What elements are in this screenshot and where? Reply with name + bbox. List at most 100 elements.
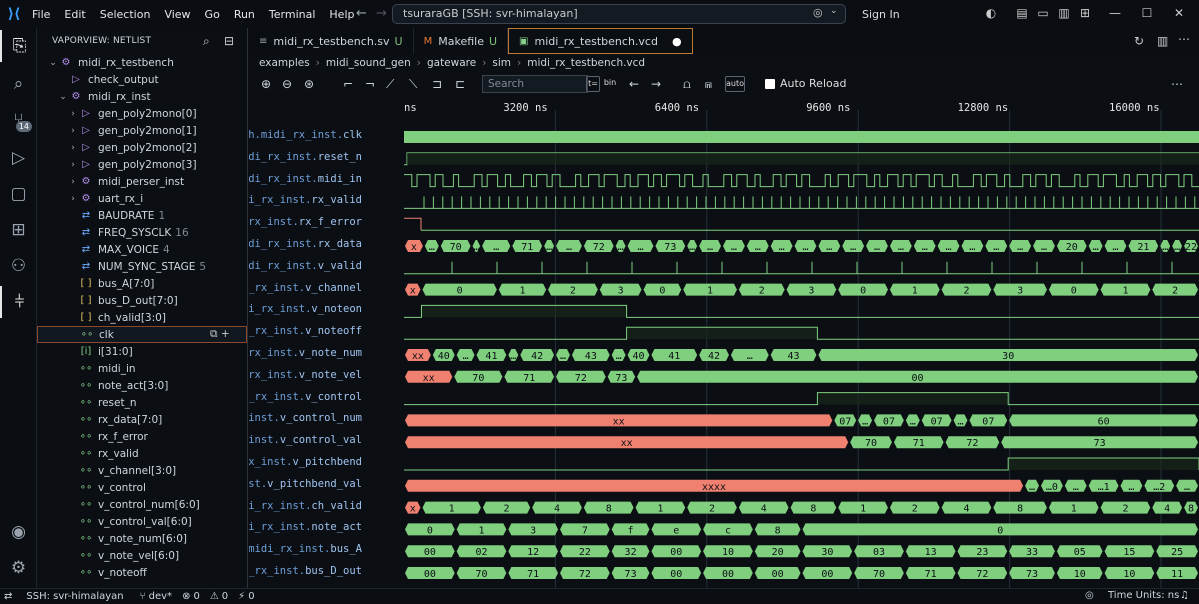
copilot-menu-chevron-icon[interactable]: ⌄ xyxy=(830,6,838,16)
python-icon[interactable]: ⚇ xyxy=(0,250,37,282)
tab-status[interactable]: U xyxy=(489,35,497,48)
prev-rising-edge-icon[interactable]: ⟋ xyxy=(386,76,394,92)
search-format-toggle[interactable]: bin xyxy=(602,76,618,92)
netlist-item[interactable]: [ ] bus_A[7:0] xyxy=(37,275,247,292)
netlist-item[interactable]: ∘∘ v_note_vel[6:0] xyxy=(37,547,247,564)
nav-back-icon[interactable]: ← xyxy=(356,6,367,21)
settings-gear-icon[interactable]: ⚙ xyxy=(0,552,37,584)
signal-name[interactable]: i_rx_inst.v_control xyxy=(249,391,362,409)
netlist-item[interactable]: [ ] ch_valid[3:0] xyxy=(37,309,247,326)
menu-item-selection[interactable]: Selection xyxy=(100,8,151,21)
search-next-icon[interactable]: → xyxy=(651,76,661,92)
netlist-item[interactable]: › ▷ gen_poly2mono[1] xyxy=(37,122,247,139)
waveform-canvas[interactable]: x… 70…… 71…… 72…… 73………………………………………… 20…… 21……… xyxy=(404,96,1199,588)
nav-forward-icon[interactable]: → xyxy=(376,6,387,21)
netlist-item[interactable]: ⌄ ⚙ midi_rx_inst xyxy=(37,88,247,105)
more-actions-icon[interactable]: ⋯ xyxy=(1178,32,1190,46)
breadcrumb-item[interactable]: midi_sound_gen xyxy=(326,57,411,69)
vaporview-icon[interactable]: ⫩ xyxy=(0,286,37,318)
signal-name[interactable]: _rx_inst.v_note_vel xyxy=(249,369,362,387)
add-to-viewer-icon[interactable]: ⧉ + xyxy=(210,328,230,341)
chevron-right-icon[interactable]: › xyxy=(67,160,79,170)
sidebar-collapse-icon[interactable]: ⊟ xyxy=(224,34,234,48)
sidebar-search-icon[interactable]: ⌕ xyxy=(203,34,210,49)
signal-name[interactable]: _rx_inst.rx_f_error xyxy=(249,216,362,234)
remote-indicator[interactable]: ⇄ SSH: svr-himalayan xyxy=(0,591,140,602)
signal-name[interactable]: rx_inst.v_pitchbend xyxy=(249,456,362,474)
time-units-label[interactable]: Time Units: ns xyxy=(1108,590,1179,601)
chevron-right-icon[interactable]: › xyxy=(67,194,79,204)
signal-name[interactable]: i_rx_inst.v_channel xyxy=(249,282,362,300)
next-edge-icon[interactable]: ¬ xyxy=(365,76,375,92)
breadcrumb-item[interactable]: sim xyxy=(492,57,511,69)
netlist-item[interactable]: ∘∘ rx_valid xyxy=(37,445,247,462)
signal-name[interactable]: ch.midi_rx_inst.clk xyxy=(249,129,362,147)
chevron-right-icon[interactable]: › xyxy=(67,143,79,153)
netlist-item[interactable]: ⇄ FREQ_SYSCLK 16 xyxy=(37,224,247,241)
split-editor-icon[interactable]: ▥ xyxy=(1157,34,1168,48)
netlist-item[interactable]: ∘∘ v_control_num[6:0] xyxy=(37,496,247,513)
signal-name[interactable]: idi_rx_inst.reset_n xyxy=(249,151,362,169)
signal-name[interactable]: _inst.v_control_val xyxy=(249,434,362,452)
tab-makefile[interactable]: M Makefile U xyxy=(414,28,509,54)
netlist-item[interactable]: ⌄ ⚙ midi_rx_testbench xyxy=(37,54,247,71)
account-icon[interactable]: ◉ xyxy=(0,516,37,548)
extensions-icon[interactable]: ⊞ xyxy=(0,214,37,246)
menu-item-edit[interactable]: Edit xyxy=(64,8,85,21)
scroll-mode-icon[interactable]: ⩎ xyxy=(705,76,712,92)
breadcrumb-item[interactable]: examples xyxy=(259,57,310,69)
netlist-item[interactable]: ⇄ NUM_SYNC_STAGE 5 xyxy=(37,258,247,275)
breadcrumb-item[interactable]: gateware xyxy=(427,57,476,69)
ports-count[interactable]: 0 xyxy=(248,591,254,602)
signal-name[interactable]: idi_rx_inst.v_valid xyxy=(249,260,362,278)
netlist-item[interactable]: [ ] bus_D_out[7:0] xyxy=(37,292,247,309)
touchpad-scroll-icon[interactable]: ⩍ xyxy=(683,76,691,92)
netlist-item[interactable]: ∘∘ v_noteoff xyxy=(37,564,247,581)
next-falling-edge-icon[interactable]: ⊏ xyxy=(455,76,465,92)
signal-name[interactable]: _rx_inst.v_note_num xyxy=(249,347,362,365)
zoom-out-icon[interactable]: ⊖ xyxy=(282,76,292,92)
netlist-item[interactable]: ∘∘ note_act[3:0] xyxy=(37,377,247,394)
remote-explorer-icon[interactable]: ▢ xyxy=(0,178,37,210)
chevron-right-icon[interactable]: › xyxy=(67,126,79,136)
menu-item-go[interactable]: Go xyxy=(205,8,220,21)
tab-status[interactable]: ● xyxy=(672,35,682,48)
netlist-item[interactable]: › ▷ gen_poly2mono[0] xyxy=(37,105,247,122)
customize-layout-icon[interactable]: ⊞ xyxy=(1078,6,1092,20)
auto-reload-checkbox[interactable]: Auto Reload xyxy=(765,77,846,90)
branch-label[interactable]: dev* xyxy=(149,591,172,602)
prev-falling-edge-icon[interactable]: ⊐ xyxy=(432,76,442,92)
netlist-item[interactable]: ∘∘ v_control xyxy=(37,479,247,496)
netlist-item[interactable]: ∘∘ v_control_val[6:0] xyxy=(37,513,247,530)
prev-edge-icon[interactable]: ⌐ xyxy=(343,76,353,92)
signal-name[interactable]: i_rx_inst.bus_D_out xyxy=(249,565,362,583)
menu-item-terminal[interactable]: Terminal xyxy=(269,8,316,21)
tab-status[interactable]: U xyxy=(395,35,403,48)
chevron-right-icon[interactable]: › xyxy=(67,109,79,119)
source-control-icon[interactable]: ⑂ 14 xyxy=(0,104,37,136)
notifications-bell-icon[interactable]: ♫ xyxy=(1180,590,1189,601)
search-icon[interactable]: ⌕ xyxy=(0,68,37,100)
close-window-icon[interactable]: ✕ xyxy=(1172,6,1186,20)
run-debug-icon[interactable]: ▷ xyxy=(0,142,37,174)
search-regex-toggle[interactable]: t= xyxy=(586,76,600,92)
minimize-icon[interactable]: — xyxy=(1108,6,1122,20)
netlist-item[interactable]: ∘∘ v_channel[3:0] xyxy=(37,462,247,479)
signal-name[interactable]: di_rx_inst.ch_valid xyxy=(249,500,362,518)
signal-name[interactable]: .midi_rx_inst.bus_A xyxy=(249,543,362,561)
search-prev-icon[interactable]: ← xyxy=(629,76,639,92)
tab-midi-rx-testbench-sv[interactable]: ≡ midi_rx_testbench.sv U xyxy=(249,28,414,54)
toggle-panel-icon[interactable]: ▭ xyxy=(1036,6,1050,20)
netlist-item[interactable]: › ⚙ midi_perser_inst xyxy=(37,173,247,190)
command-center[interactable]: tsuraraGB [SSH: svr-himalayan] xyxy=(392,4,846,24)
netlist-item[interactable]: › ▷ gen_poly2mono[3] xyxy=(37,156,247,173)
signal-name[interactable]: i_rx_inst.v_noteoff xyxy=(249,325,362,343)
signal-name[interactable]: idi_rx_inst.rx_data xyxy=(249,238,362,256)
netlist-item[interactable]: ▷ check_output xyxy=(37,71,247,88)
netlist-item[interactable]: › ▷ gen_poly2mono[2] xyxy=(37,139,247,156)
netlist-item[interactable]: ∘∘ rx_data[7:0] xyxy=(37,411,247,428)
sign-in-button[interactable]: Sign In xyxy=(862,8,900,21)
chevron-right-icon[interactable]: › xyxy=(67,177,79,187)
signal-name[interactable]: idi_rx_inst.midi_in xyxy=(249,173,362,191)
accounts-icon[interactable]: ◐ xyxy=(984,6,998,20)
